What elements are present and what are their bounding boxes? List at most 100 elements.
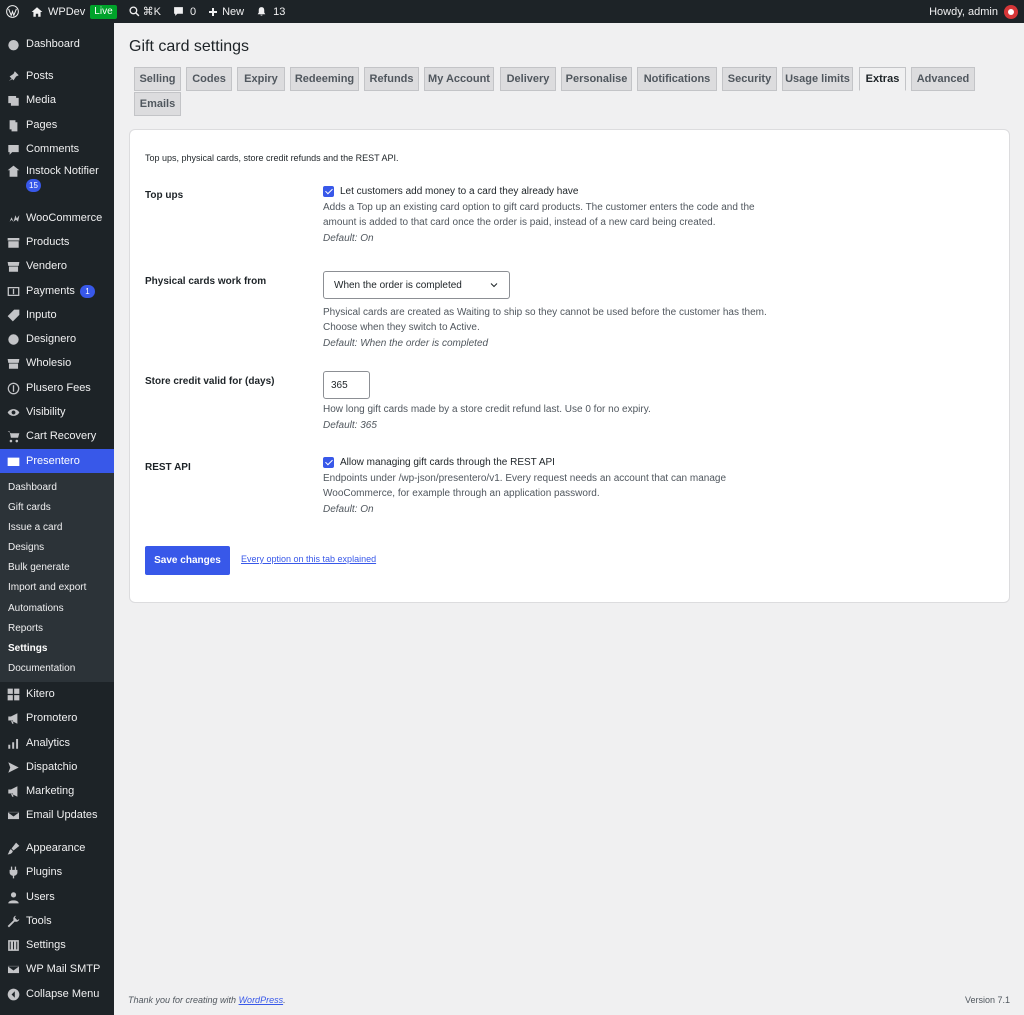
site-name-menu[interactable]: WPDev Live bbox=[25, 0, 123, 23]
sidebar-item-kitero[interactable]: Kitero bbox=[0, 682, 114, 706]
sidebar-item-label: Settings bbox=[26, 939, 66, 951]
sidebar-item-promotero[interactable]: Promotero bbox=[0, 706, 114, 730]
options-explained-link[interactable]: Every option on this tab explained bbox=[241, 554, 376, 564]
notifications-menu[interactable]: 13 bbox=[250, 0, 291, 23]
topups-checkbox[interactable] bbox=[323, 186, 334, 197]
sidebar-item-designero[interactable]: Designero bbox=[0, 327, 114, 351]
rest-api-checkbox-row[interactable]: Allow managing gift cards through the RE… bbox=[323, 457, 783, 468]
storefront-icon bbox=[7, 260, 20, 273]
account-menu[interactable]: Howdy, admin bbox=[929, 0, 1018, 23]
tab-expiry[interactable]: Expiry bbox=[237, 67, 285, 91]
sidebar-item-analytics[interactable]: Analytics bbox=[0, 731, 114, 755]
tab-personalise[interactable]: Personalise bbox=[561, 67, 632, 91]
sidebar-item-payments[interactable]: Payments 1 bbox=[0, 279, 114, 303]
sidebar-item-posts[interactable]: Posts bbox=[0, 64, 114, 88]
sidebar-item-plusero-fees[interactable]: Plusero Fees bbox=[0, 376, 114, 400]
new-content-menu[interactable]: New bbox=[202, 0, 250, 23]
comment-icon bbox=[7, 143, 20, 156]
tab-selling[interactable]: Selling bbox=[134, 67, 181, 91]
comments-menu[interactable]: 0 bbox=[167, 0, 202, 23]
sidebar-item-appearance[interactable]: Appearance bbox=[0, 836, 114, 860]
sidebar-item-settings[interactable]: Settings bbox=[0, 933, 114, 957]
physical-cards-select[interactable]: When the order is completed bbox=[323, 271, 510, 299]
sidebar-item-dispatchio[interactable]: Dispatchio bbox=[0, 755, 114, 779]
topups-default: Default: On bbox=[323, 233, 374, 244]
sidebar-item-label: Wholesio bbox=[26, 357, 72, 369]
sidebar-item-label: Vendero bbox=[26, 260, 67, 272]
submenu-item-designs[interactable]: Designs bbox=[0, 537, 114, 557]
rest-api-checkbox[interactable] bbox=[323, 457, 334, 468]
sidebar-item-presentero[interactable]: Presentero bbox=[0, 449, 114, 473]
sidebar-item-woocommerce[interactable]: WooCommerce bbox=[0, 206, 114, 230]
sidebar-item-visibility[interactable]: Visibility bbox=[0, 400, 114, 424]
media-icon bbox=[7, 94, 20, 107]
sidebar-item-comments[interactable]: Comments bbox=[0, 137, 114, 161]
store-credit-days-input[interactable]: 365 bbox=[323, 371, 370, 399]
admin-sidebar: Dashboard Posts Media Pages Comments Ins… bbox=[0, 23, 114, 1015]
pages-icon bbox=[7, 119, 20, 132]
submenu-item-automations[interactable]: Automations bbox=[0, 598, 114, 618]
tab-delivery[interactable]: Delivery bbox=[500, 67, 556, 91]
submenu-item-bulk-generate[interactable]: Bulk generate bbox=[0, 557, 114, 577]
sidebar-item-label: Users bbox=[26, 891, 55, 903]
command-palette-button[interactable]: ⌘K bbox=[123, 0, 167, 23]
wordpress-link[interactable]: WordPress bbox=[239, 995, 284, 1005]
submenu-item-documentation[interactable]: Documentation bbox=[0, 658, 114, 678]
eye-icon bbox=[7, 406, 20, 419]
submenu-item-dashboard[interactable]: Dashboard bbox=[0, 477, 114, 497]
tab-redeeming[interactable]: Redeeming bbox=[290, 67, 359, 91]
wordpress-logo-icon[interactable] bbox=[0, 0, 25, 23]
sidebar-item-label: Media bbox=[26, 94, 56, 106]
site-name: WPDev bbox=[48, 5, 86, 18]
admin-bar: WPDev Live ⌘K 0 New 13 Howdy, admin bbox=[0, 0, 1024, 23]
sidebar-item-cart-recovery[interactable]: Cart Recovery bbox=[0, 424, 114, 448]
megaphone-icon bbox=[7, 785, 20, 798]
submenu-item-gift-cards[interactable]: Gift cards bbox=[0, 497, 114, 517]
save-changes-button[interactable]: Save changes bbox=[145, 546, 230, 575]
tab-emails[interactable]: Emails bbox=[134, 92, 181, 116]
tab-refunds[interactable]: Refunds bbox=[364, 67, 419, 91]
sidebar-item-label: Plusero Fees bbox=[26, 382, 91, 394]
topups-label: Top ups bbox=[145, 190, 184, 201]
sidebar-item-inputo[interactable]: Inputo bbox=[0, 303, 114, 327]
sidebar-item-label: WooCommerce bbox=[26, 212, 103, 224]
sidebar-item-label: Dashboard bbox=[26, 38, 80, 50]
sidebar-item-products[interactable]: Products bbox=[0, 230, 114, 254]
sidebar-item-wholesio[interactable]: Wholesio bbox=[0, 351, 114, 375]
topups-checkbox-row[interactable]: Let customers add money to a card they a… bbox=[323, 186, 783, 197]
submenu-item-reports[interactable]: Reports bbox=[0, 618, 114, 638]
sidebar-item-tools[interactable]: Tools bbox=[0, 909, 114, 933]
collapse-menu-button[interactable]: Collapse Menu bbox=[0, 982, 114, 1006]
sidebar-item-email-updates[interactable]: Email Updates bbox=[0, 803, 114, 827]
sidebar-item-label: Tools bbox=[26, 915, 52, 927]
submenu-item-settings[interactable]: Settings bbox=[0, 638, 114, 658]
tab-advanced[interactable]: Advanced bbox=[911, 67, 975, 91]
tab-usage-limits[interactable]: Usage limits bbox=[782, 67, 853, 91]
footer-thanks: Thank you for creating with WordPress. bbox=[128, 995, 286, 1005]
tab-my-account[interactable]: My Account bbox=[424, 67, 494, 91]
sidebar-item-plugins[interactable]: Plugins bbox=[0, 860, 114, 884]
sidebar-item-vendero[interactable]: Vendero bbox=[0, 254, 114, 278]
presentero-submenu: Dashboard Gift cards Issue a card Design… bbox=[0, 473, 114, 682]
sidebar-item-users[interactable]: Users bbox=[0, 885, 114, 909]
submenu-item-import-export[interactable]: Import and export bbox=[0, 577, 114, 597]
dollar-circle-icon bbox=[7, 382, 20, 395]
storefront-icon bbox=[7, 357, 20, 370]
sidebar-item-label: Promotero bbox=[26, 712, 78, 724]
tab-codes[interactable]: Codes bbox=[186, 67, 232, 91]
tab-security[interactable]: Security bbox=[722, 67, 777, 91]
sliders-icon bbox=[7, 938, 20, 952]
topups-field: Let customers add money to a card they a… bbox=[323, 186, 783, 244]
tab-extras[interactable]: Extras bbox=[859, 67, 906, 91]
sidebar-item-pages[interactable]: Pages bbox=[0, 113, 114, 137]
sidebar-item-media[interactable]: Media bbox=[0, 88, 114, 112]
sidebar-item-instock-notifier[interactable]: Instock Notifier 15 bbox=[0, 161, 114, 197]
sidebar-item-label: Designero bbox=[26, 333, 77, 345]
sidebar-item-label: Plugins bbox=[26, 866, 63, 878]
notifications-count: 13 bbox=[273, 5, 286, 18]
submenu-item-issue-a-card[interactable]: Issue a card bbox=[0, 517, 114, 537]
sidebar-item-dashboard[interactable]: Dashboard bbox=[0, 32, 114, 56]
sidebar-item-marketing[interactable]: Marketing bbox=[0, 779, 114, 803]
tab-notifications[interactable]: Notifications bbox=[637, 67, 717, 91]
sidebar-item-wp-mail-smtp[interactable]: WP Mail SMTP bbox=[0, 957, 114, 981]
